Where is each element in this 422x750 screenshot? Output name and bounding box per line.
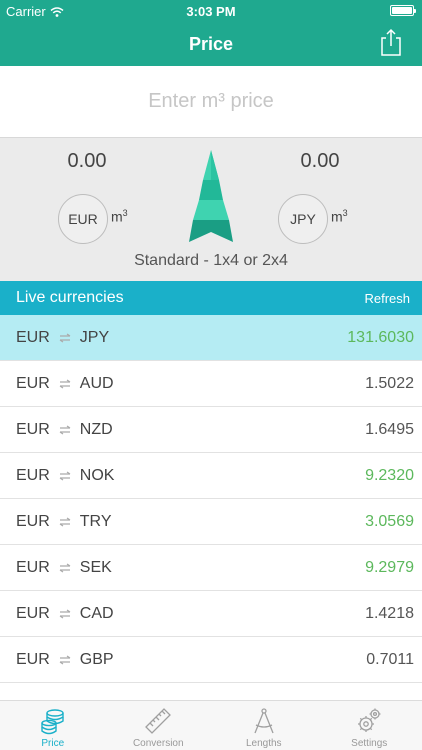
swap-arrows-icon	[59, 655, 71, 665]
currency-row[interactable]: EUR NZD 1.6495	[0, 407, 422, 453]
tree-icon	[189, 150, 233, 242]
to-code: JPY	[79, 329, 110, 346]
exchange-rate: 3.0569	[365, 513, 414, 530]
wood-type-selector[interactable]: Standard - 1x4 or 2x4	[0, 252, 422, 270]
currency-pair: EUR SEK	[16, 559, 112, 577]
swap-arrows-icon	[59, 563, 71, 573]
gears-icon	[358, 708, 381, 732]
to-code: GBP	[79, 651, 114, 668]
tab-settings[interactable]: Settings	[317, 701, 422, 750]
compass-icon	[254, 708, 274, 734]
to-unit-label: m3	[331, 208, 348, 225]
currency-row[interactable]: EUR CAD 1.4218	[0, 591, 422, 637]
to-code: NOK	[79, 467, 115, 484]
currency-row[interactable]: EUR SEK 9.2979	[0, 545, 422, 591]
currency-row[interactable]: EUR TRY 3.0569	[0, 499, 422, 545]
currency-list: EUR JPY 131.6030 EUR AUD 1.5022 EUR NZD …	[0, 315, 422, 700]
ruler-icon	[145, 708, 172, 734]
tab-price[interactable]: Price	[0, 701, 106, 750]
status-time: 3:03 PM	[186, 4, 236, 19]
to-code: TRY	[79, 513, 112, 530]
from-amount: 0.00	[67, 150, 107, 172]
to-code: NZD	[79, 421, 113, 438]
exchange-rate: 1.6495	[365, 421, 414, 438]
page-title: Price	[188, 34, 234, 54]
swap-arrows-icon	[59, 471, 71, 481]
exchange-rate: 9.2979	[365, 559, 414, 576]
currency-pair: EUR NZD	[16, 421, 113, 439]
currency-pair: EUR NOK	[16, 467, 114, 485]
currency-row[interactable]: EUR AUD 1.5022	[0, 361, 422, 407]
swap-arrows-icon	[59, 379, 71, 389]
live-currencies-header: Live currencies Refresh	[0, 281, 422, 315]
exchange-rate: 1.4218	[365, 605, 414, 622]
from-unit-power: 3	[122, 208, 128, 218]
price-input[interactable]	[0, 66, 422, 137]
exchange-rate: 131.6030	[347, 329, 414, 346]
from-code: EUR	[16, 467, 50, 484]
from-currency-label: EUR	[68, 211, 98, 227]
to-unit-power: 3	[342, 208, 348, 218]
to-code: AUD	[79, 375, 114, 392]
to-unit-base: m	[331, 208, 343, 225]
from-currency-button[interactable]: EUR	[58, 194, 108, 244]
currency-row[interactable]: EUR JPY 131.6030	[0, 315, 422, 361]
to-code: SEK	[79, 559, 112, 576]
tab-label: Settings	[351, 738, 388, 749]
battery-icon	[390, 5, 416, 16]
tab-conversion[interactable]: Conversion	[106, 701, 212, 750]
status-bar: Carrier 3:03 PM	[0, 0, 422, 22]
converter-panel: 0.00 0.00 EUR m3 JPY m3 Standard - 1x4 o…	[0, 138, 422, 281]
exchange-rate: 1.5022	[365, 375, 414, 392]
refresh-button[interactable]: Refresh	[364, 291, 410, 306]
from-unit-base: m	[111, 208, 123, 225]
exchange-rate: 9.2320	[365, 467, 414, 484]
from-unit-label: m3	[111, 208, 128, 225]
currency-row[interactable]: EUR GBP 0.7011	[0, 637, 422, 683]
price-input-area	[0, 66, 422, 138]
from-code: EUR	[16, 651, 50, 668]
navigation-header: Carrier 3:03 PM Price	[0, 0, 422, 66]
swap-arrows-icon	[59, 609, 71, 619]
from-code: EUR	[16, 375, 50, 392]
from-code: EUR	[16, 513, 50, 530]
currency-pair: EUR CAD	[16, 605, 114, 623]
currency-pair: EUR JPY	[16, 329, 109, 347]
currency-pair: EUR TRY	[16, 513, 112, 531]
swap-arrows-icon	[59, 333, 71, 343]
currency-row[interactable]: EUR NOK 9.2320	[0, 453, 422, 499]
from-code: EUR	[16, 329, 50, 346]
to-currency-button[interactable]: JPY	[278, 194, 328, 244]
currency-pair: EUR AUD	[16, 375, 114, 393]
to-amount: 0.00	[300, 150, 340, 172]
live-currencies-title: Live currencies	[16, 289, 124, 306]
tab-bar: Price Conversion Lengths Settings	[0, 700, 422, 750]
swap-arrows-icon	[59, 425, 71, 435]
to-code: CAD	[79, 605, 114, 622]
share-button[interactable]	[380, 28, 402, 56]
currency-pair: EUR GBP	[16, 651, 114, 669]
tab-label: Conversion	[132, 738, 184, 749]
from-code: EUR	[16, 559, 50, 576]
tab-lengths[interactable]: Lengths	[211, 701, 317, 750]
from-code: EUR	[16, 605, 50, 622]
swap-arrows-icon	[59, 517, 71, 527]
coins-icon	[41, 709, 64, 735]
tab-label: Price	[41, 738, 65, 749]
to-currency-label: JPY	[290, 211, 316, 227]
exchange-rate: 0.7011	[366, 651, 414, 668]
from-code: EUR	[16, 421, 50, 438]
tab-label: Lengths	[245, 738, 282, 749]
